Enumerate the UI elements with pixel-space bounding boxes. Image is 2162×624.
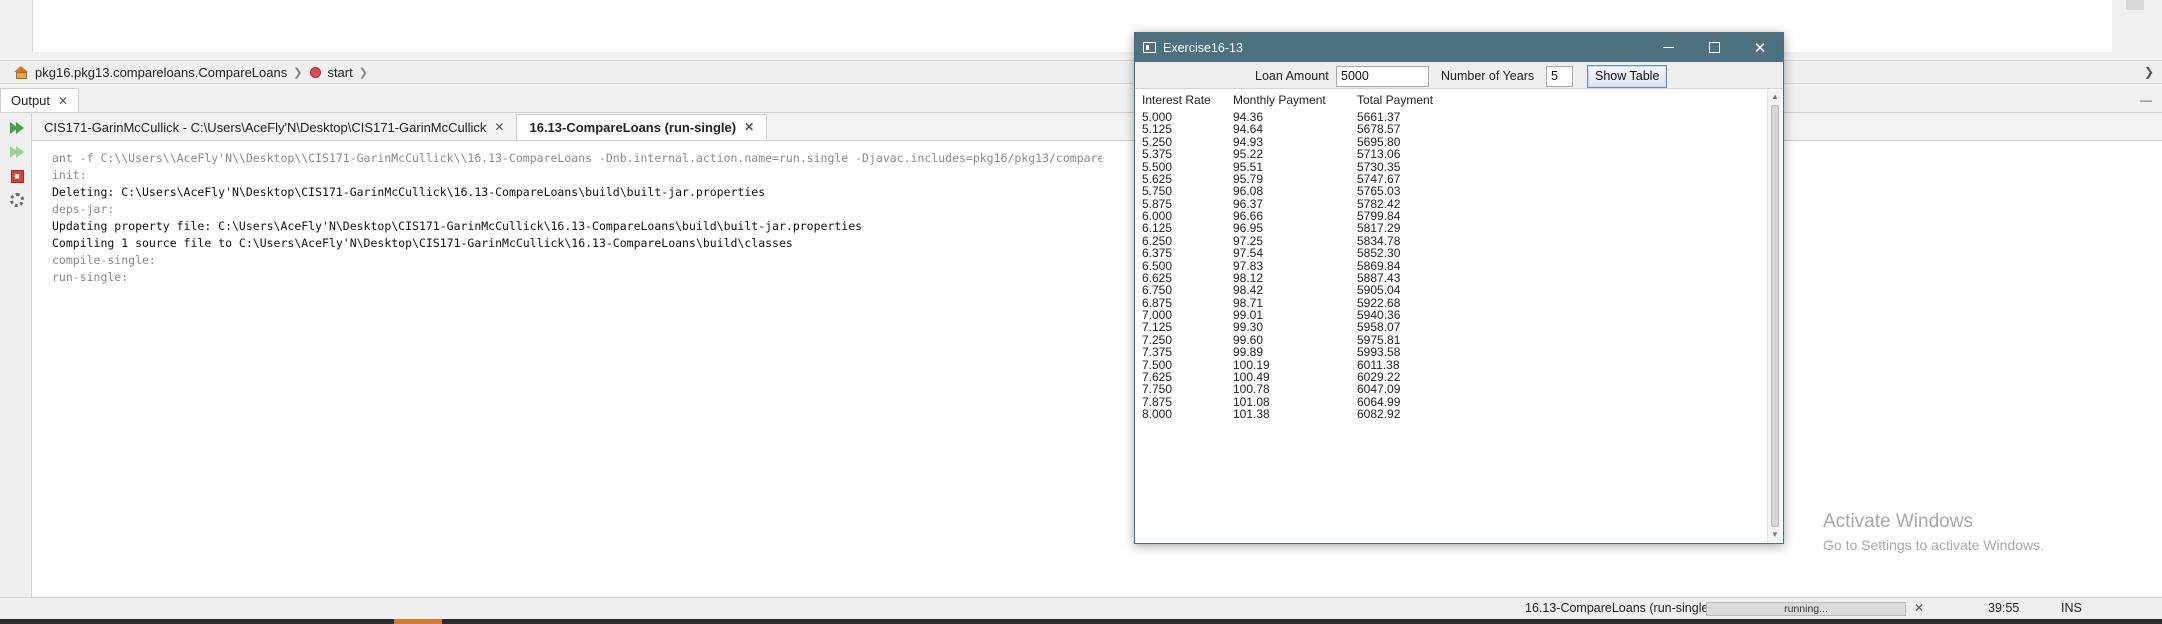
ide-screen: pkg16.pkg13.compareloans.CompareLoans ❯ … [0,0,2162,624]
column-header: Interest Rate [1142,93,1211,107]
rerun-with-params-button[interactable] [8,143,26,161]
insert-mode: INS [2061,601,2082,615]
app-title: Exercise16-13 [1163,40,1243,55]
console-line: ant -f C:\\Users\\AceFly'N\\Desktop\\CIS… [52,151,1102,165]
gear-icon [10,193,24,207]
loan-amount-field[interactable]: 5000 [1336,66,1429,87]
console-line: Deleting: C:\Users\AceFly'N\Desktop\CIS1… [52,185,766,199]
breadcrumb-class[interactable]: pkg16.pkg13.compareloans.CompareLoans [14,65,287,80]
chevron-right-icon[interactable]: ❯ [2144,65,2154,79]
output-toolbar: ■ [0,113,32,597]
output-panel: ■ CIS171-GarinMcCullick - C:\Users\AceFl… [0,112,2162,597]
breadcrumb-method-label: start [327,64,353,80]
console-line: Updating property file: C:\Users\AceFly'… [52,219,863,233]
tab-output-label: Output [11,93,51,108]
editor-pane[interactable] [32,0,2112,52]
tab-project-run-label: CIS171-GarinMcCullick - C:\Users\AceFly'… [44,119,487,135]
tab-project-run[interactable]: CIS171-GarinMcCullick - C:\Users\AceFly'… [32,114,516,140]
table-cell: 6082.92 [1357,407,1401,422]
editor-area [0,0,2162,56]
stop-button[interactable]: ■ [8,167,26,185]
minimize-button[interactable] [1645,33,1691,62]
app-titlebar[interactable]: Exercise16-13 ✕ [1135,33,1783,62]
class-icon [14,65,29,79]
progress-text: running... [1784,603,1828,615]
console-line: Compiling 1 source file to C:\Users\AceF… [52,236,793,250]
taskbar [0,619,2162,624]
run-tabs: CIS171-GarinMcCullick - C:\Users\AceFly'… [32,113,2162,141]
close-icon[interactable]: ✕ [58,94,68,108]
maximize-button[interactable] [1691,33,1737,62]
scroll-thumb[interactable] [1771,105,1779,527]
tab-compareloans-run-label: 16.13-CompareLoans (run-single) [529,119,737,135]
table-cell: 101.38 [1233,407,1270,422]
status-task: 16.13-CompareLoans (run-single) [1525,601,1713,615]
chevron-right-icon[interactable]: ❯ [359,66,368,79]
maximize-icon [1708,42,1720,53]
years-field[interactable]: 5 [1546,66,1573,87]
column-header: Total Payment [1357,93,1434,107]
settings-button[interactable] [8,191,26,209]
console-line: run-single: [52,270,129,284]
loan-table[interactable]: Interest Rate Monthly Payment Total Paymen… [1136,90,1768,542]
progress-bar: running... [1706,602,1906,616]
loan-amount-label: Loan Amount [1255,69,1329,83]
close-icon: ✕ [1753,39,1767,57]
chevron-right-icon[interactable]: ❯ [293,66,302,79]
breadcrumb: pkg16.pkg13.compareloans.CompareLoans ❯ … [0,60,2162,84]
console-line: compile-single: [52,253,156,267]
close-icon[interactable]: ✕ [744,120,754,134]
column-header: Monthly Payment [1233,93,1326,107]
minimize-icon [1662,46,1674,49]
editor-scrollbar[interactable] [2126,0,2144,10]
caret-position: 39:55 [1988,601,2020,615]
output-panel-header: Output ✕ — [0,88,2162,112]
years-label: Number of Years [1441,69,1535,83]
tab-output[interactable]: Output ✕ [0,88,80,112]
taskbar-highlight [394,619,442,624]
watermark-subtitle: Go to Settings to activate Windows. [1823,537,2044,553]
show-table-button[interactable]: Show Table [1587,65,1668,88]
scroll-up-icon[interactable]: ▲ [1770,91,1780,103]
table-scrollbar[interactable]: ▲ ▼ [1767,90,1781,542]
breadcrumb-method[interactable]: start [310,64,353,80]
close-icon[interactable]: ✕ [494,120,504,134]
loan-input-panel: Loan Amount 5000 Number of Years 5 Show … [1135,62,1783,89]
stop-icon: ■ [10,169,24,183]
console-line: init: [52,168,87,182]
table-cell: 8.000 [1142,407,1173,422]
console-line: deps-jar: [52,202,115,216]
app-window: Exercise16-13 ✕ Loan Amount 5000 Number … [1134,32,1784,544]
activate-windows-watermark: Activate Windows Go to Settings to activ… [1823,511,2044,553]
status-bar: 16.13-CompareLoans (run-single) running.… [0,597,2162,619]
console-output[interactable]: ant -f C:\\Users\\AceFly'N\\Desktop\\CIS… [52,150,1102,286]
cancel-task-icon[interactable]: ✕ [1914,601,1924,615]
scroll-down-icon[interactable]: ▼ [1770,529,1780,541]
method-icon [310,66,322,78]
close-button[interactable]: ✕ [1737,33,1783,62]
tab-compareloans-run[interactable]: 16.13-CompareLoans (run-single) ✕ [516,114,768,140]
watermark-title: Activate Windows [1823,511,1973,532]
breadcrumb-class-label: pkg16.pkg13.compareloans.CompareLoans [35,64,288,80]
minimize-icon[interactable]: — [2140,93,2152,107]
window-icon [1143,42,1156,53]
rerun-button[interactable] [8,119,26,137]
